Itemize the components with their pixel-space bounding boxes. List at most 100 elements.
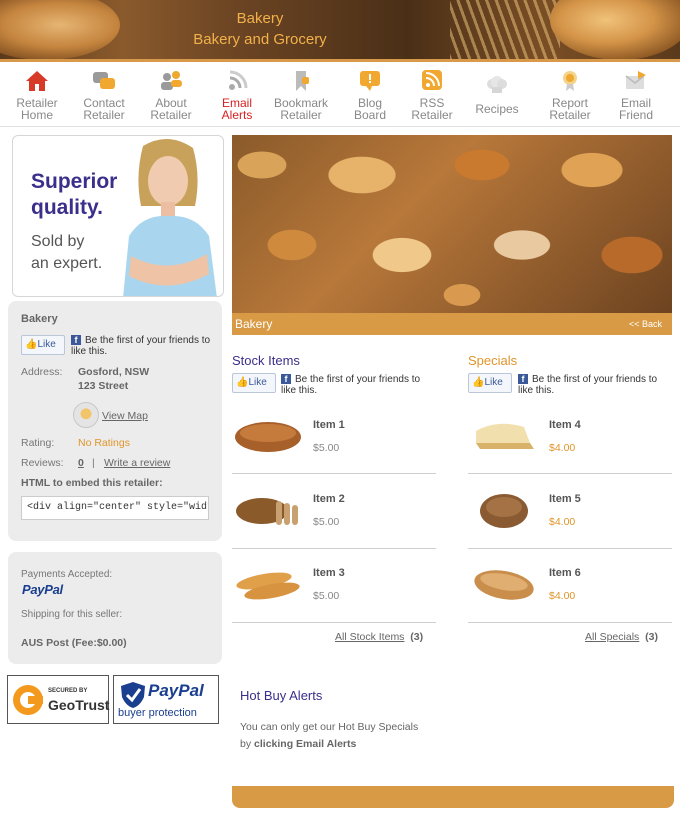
reviews-count-link[interactable]: 0: [78, 457, 84, 469]
link-text[interactable]: All Specials: [585, 631, 639, 643]
divider: [232, 622, 436, 623]
like-label: Like: [248, 377, 267, 388]
thumbs-up-icon: 👍: [472, 377, 485, 388]
rss-icon: [422, 70, 442, 90]
buyer-protection-text: buyer protection: [118, 707, 197, 719]
smiling-woman-image: [123, 138, 217, 296]
nav-label: Recipes: [475, 102, 519, 116]
divider: [468, 548, 672, 549]
hot-buy-alerts-text: You can only get our Hot Buy Specials by…: [240, 719, 418, 753]
footer-bar: [232, 786, 674, 808]
round-loaf-image[interactable]: [468, 491, 540, 531]
nav-label: Retailer: [83, 108, 125, 122]
divider: [468, 473, 672, 474]
address-label: Address:: [21, 366, 63, 378]
rating-label: Rating:: [21, 437, 55, 449]
hero-caption: Bakery: [235, 317, 273, 331]
product-price: $5.00: [313, 516, 340, 528]
nav-about-retailer[interactable]: About Retailer: [138, 69, 204, 121]
sliced-bread-image[interactable]: [232, 491, 304, 531]
shield-check-icon: [121, 682, 145, 708]
nav-label: Retailer: [280, 108, 322, 122]
product-name[interactable]: Item 2: [313, 493, 345, 505]
promo-subtext: Sold by an expert.: [31, 233, 103, 272]
nav-label: Home: [20, 108, 53, 122]
product-price: $4.00: [549, 516, 576, 528]
map-pin-icon[interactable]: [73, 402, 99, 428]
view-map-link[interactable]: View Map: [102, 410, 148, 422]
nav-retailer-home[interactable]: Retailer Home: [4, 69, 70, 121]
rss-email-icon: [229, 70, 248, 90]
nav-contact-retailer[interactable]: Contact Retailer: [71, 69, 137, 121]
paypal-buyer-protection-badge[interactable]: PayPal buyer protection: [113, 675, 219, 724]
stock-count: (3): [410, 631, 424, 643]
bookmark-icon: [296, 71, 309, 91]
address-line2: 123 Street: [78, 380, 129, 392]
specials-like-button[interactable]: 👍Like: [468, 373, 512, 393]
facebook-icon: f: [71, 335, 81, 345]
fb-text: Be the first of your friends to like thi…: [71, 335, 211, 357]
bread-image-right: [550, 0, 680, 59]
product-name[interactable]: Item 1: [313, 419, 345, 431]
nav-bookmark-retailer[interactable]: Bookmark Retailer: [268, 69, 334, 121]
hero-caption-bar: Bakery << Back: [232, 313, 672, 335]
facebook-icon: f: [281, 374, 291, 384]
nav-recipes[interactable]: Recipes: [464, 75, 530, 115]
thumbs-up-icon: 👍: [25, 339, 38, 350]
fb-text: Be the first of your friends to like thi…: [281, 374, 421, 396]
paypal-logo: PayPal: [22, 582, 63, 597]
address-line1: Gosford, NSW: [78, 366, 150, 378]
store-title: Bakery: [236, 10, 284, 27]
stock-like-button[interactable]: 👍Like: [232, 373, 276, 393]
bread-loaf-image[interactable]: [232, 415, 304, 455]
product-name[interactable]: Item 3: [313, 567, 345, 579]
retailer-nav: Retailer Home Contact Retailer About Retail…: [0, 65, 680, 127]
store-subtitle: Bakery and Grocery: [193, 31, 327, 48]
all-specials-link[interactable]: All Specials (3): [585, 631, 658, 643]
thumbs-up-icon: 👍: [236, 377, 249, 388]
product-price: $4.00: [549, 590, 576, 602]
product-name[interactable]: Item 5: [549, 493, 581, 505]
product-name[interactable]: Item 6: [549, 567, 581, 579]
payment-panel: Payments Accepted: PayPal Shipping for t…: [8, 552, 222, 664]
embed-code-field[interactable]: <div align="center" style="width:208px: [21, 496, 209, 520]
nav-email-friend[interactable]: Email Friend: [603, 69, 669, 121]
facebook-icon: f: [518, 374, 528, 384]
facebook-social-text: f Be the first of your friends to like th…: [71, 335, 221, 357]
write-review-link[interactable]: Write a review: [104, 457, 170, 469]
embed-label: HTML to embed this retailer:: [21, 477, 163, 489]
email-alerts-cta[interactable]: clicking Email Alerts: [254, 738, 356, 750]
hot-text-prefix: by: [240, 738, 255, 750]
nav-email-alerts[interactable]: Email Alerts: [204, 69, 270, 121]
nav-rss-retailer[interactable]: RSS Retailer: [399, 69, 465, 121]
like-label: Like: [37, 339, 56, 350]
baguette-image[interactable]: [232, 565, 304, 605]
link-text[interactable]: All Stock Items: [335, 631, 404, 643]
fb-text: Be the first of your friends to like thi…: [518, 374, 658, 396]
geotrust-badge[interactable]: SECURED BY GeoTrust: [7, 675, 109, 724]
like-label: Like: [484, 377, 503, 388]
nav-label: Board: [353, 108, 387, 122]
oval-loaf-image[interactable]: [468, 565, 540, 605]
divider: [468, 622, 672, 623]
alert-ribbon-icon: [563, 71, 577, 91]
bakery-hero-image: [232, 135, 672, 313]
product-price: $5.00: [313, 442, 340, 454]
nav-label: Alerts: [221, 108, 253, 122]
stock-items-title: Stock Items: [232, 353, 300, 368]
reviews-separator: |: [92, 457, 95, 469]
chef-hat-icon: [487, 76, 507, 93]
nav-blog-board[interactable]: Blog Board: [337, 69, 403, 121]
shipping-label: Shipping for this seller:: [21, 609, 123, 620]
white-bread-image[interactable]: [468, 415, 540, 455]
paypal-name-text: PayPal: [148, 681, 204, 700]
envelope-icon: [625, 71, 646, 89]
speech-bubble-icon: [360, 71, 380, 91]
back-link[interactable]: << Back: [629, 313, 662, 335]
nav-report-retailer[interactable]: Report Retailer: [537, 69, 603, 121]
product-name[interactable]: Item 4: [549, 419, 581, 431]
people-icon: [161, 71, 182, 90]
facebook-like-button[interactable]: 👍Like: [21, 335, 65, 355]
chat-icon: [93, 72, 115, 89]
all-stock-items-link[interactable]: All Stock Items (3): [335, 631, 423, 643]
